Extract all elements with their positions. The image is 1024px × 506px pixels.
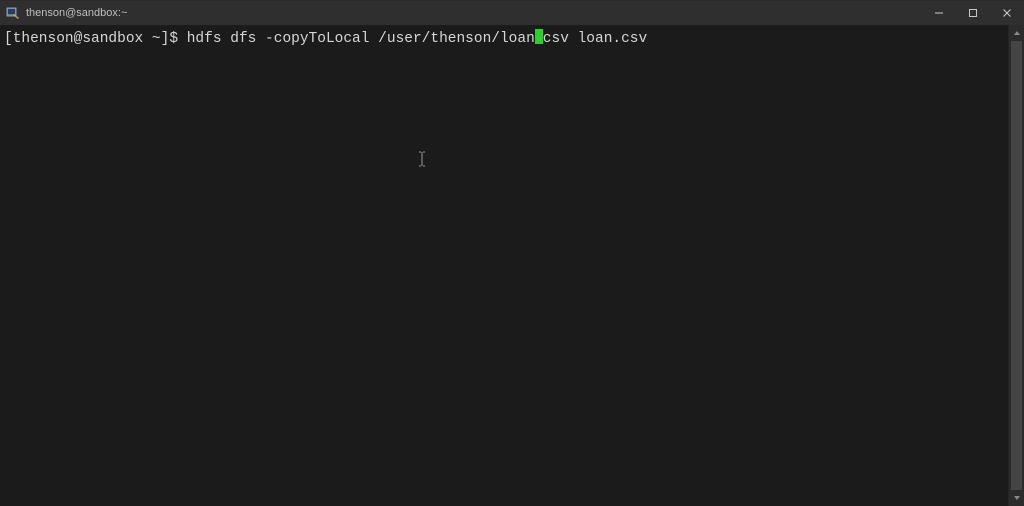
terminal-body: [thenson@sandbox ~]$ hdfs dfs -copyToLoc…: [0, 25, 1024, 506]
scrollbar-track[interactable]: [1009, 41, 1024, 490]
command-text-after: csv loan.csv: [543, 31, 647, 47]
close-button[interactable]: [990, 1, 1024, 25]
prompt-line: [thenson@sandbox ~]$ hdfs dfs -copyToLoc…: [4, 29, 1002, 48]
vertical-scrollbar[interactable]: [1008, 25, 1024, 506]
minimize-button[interactable]: [922, 1, 956, 25]
terminal-area[interactable]: [thenson@sandbox ~]$ hdfs dfs -copyToLoc…: [0, 25, 1008, 506]
title-bar[interactable]: thenson@sandbox:~: [0, 1, 1024, 25]
mouse-ibeam-icon: [348, 133, 356, 149]
scroll-down-button[interactable]: [1009, 490, 1024, 506]
window-controls: [922, 1, 1024, 25]
putty-icon: [6, 6, 20, 20]
terminal-cursor: [535, 29, 543, 44]
terminal-window: thenson@sandbox:~ [thenson@sandbox ~]$ h…: [0, 0, 1024, 506]
scrollbar-thumb[interactable]: [1011, 41, 1022, 490]
command-text-before: hdfs dfs -copyToLocal /user/thenson/loan: [187, 31, 535, 47]
scroll-up-button[interactable]: [1009, 25, 1024, 41]
window-title: thenson@sandbox:~: [26, 7, 127, 19]
shell-prompt: [thenson@sandbox ~]$: [4, 31, 187, 47]
maximize-button[interactable]: [956, 1, 990, 25]
